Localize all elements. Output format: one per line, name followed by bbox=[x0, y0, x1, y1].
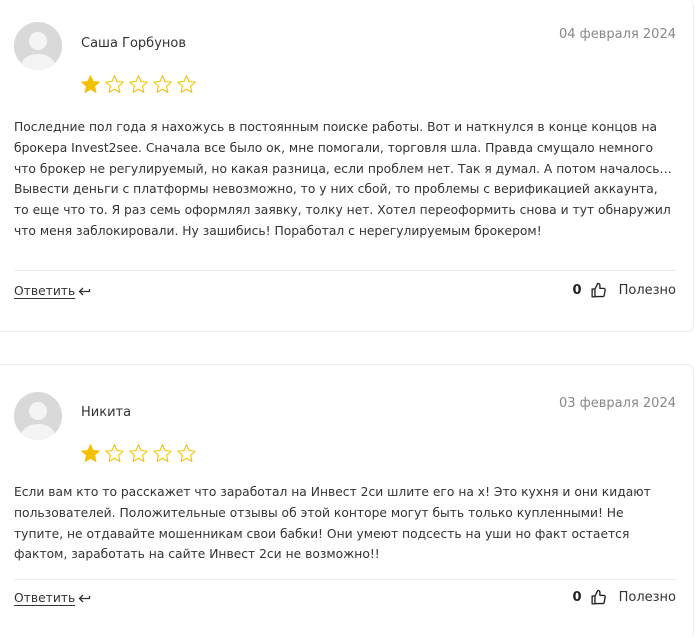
thumbs-up-icon[interactable] bbox=[590, 589, 607, 606]
star-icon bbox=[105, 75, 124, 93]
reply-link[interactable]: Ответить bbox=[14, 591, 91, 605]
reply-arrow-icon bbox=[78, 594, 91, 602]
review-date: 04 февраля 2024 bbox=[558, 27, 676, 42]
review-text: Если вам кто то расскажет что заработал … bbox=[14, 485, 651, 562]
reply-label: Ответить bbox=[14, 284, 76, 298]
star-icon bbox=[153, 75, 172, 93]
star-rating bbox=[80, 74, 197, 95]
review-author: Никита bbox=[81, 405, 132, 420]
user-avatar-icon bbox=[14, 22, 62, 70]
review-date: 03 февраля 2024 bbox=[558, 396, 676, 411]
helpful-block: 0 Полезно bbox=[573, 589, 676, 606]
star-icon bbox=[177, 444, 196, 462]
reply-label: Ответить bbox=[14, 591, 76, 605]
review-author: Саша Горбунов bbox=[81, 36, 186, 51]
reply-link[interactable]: Ответить bbox=[14, 284, 91, 298]
helpful-block: 0 Полезно bbox=[573, 282, 676, 299]
star-icon bbox=[177, 75, 196, 93]
star-icon bbox=[105, 444, 124, 462]
review-card: Никита 03 февраля 2024 Если вам кто то р… bbox=[0, 364, 694, 638]
helpful-count: 0 bbox=[572, 283, 582, 298]
star-icon bbox=[81, 75, 100, 93]
star-icon bbox=[129, 444, 148, 462]
review-card: Саша Горбунов 04 февраля 2024 Последние … bbox=[0, 0, 694, 332]
helpful-button[interactable]: Полезно bbox=[619, 283, 676, 298]
user-avatar-icon bbox=[14, 392, 62, 440]
helpful-count: 0 bbox=[572, 590, 582, 605]
star-icon bbox=[129, 75, 148, 93]
star-rating bbox=[80, 443, 197, 464]
divider bbox=[14, 270, 676, 271]
thumbs-up-icon[interactable] bbox=[590, 282, 607, 299]
review-text: Последние пол года я нахожусь в постоянн… bbox=[14, 120, 672, 238]
star-icon bbox=[153, 444, 172, 462]
helpful-button[interactable]: Полезно bbox=[619, 590, 676, 605]
reply-arrow-icon bbox=[78, 287, 91, 295]
star-icon bbox=[81, 444, 100, 462]
divider bbox=[14, 579, 676, 580]
